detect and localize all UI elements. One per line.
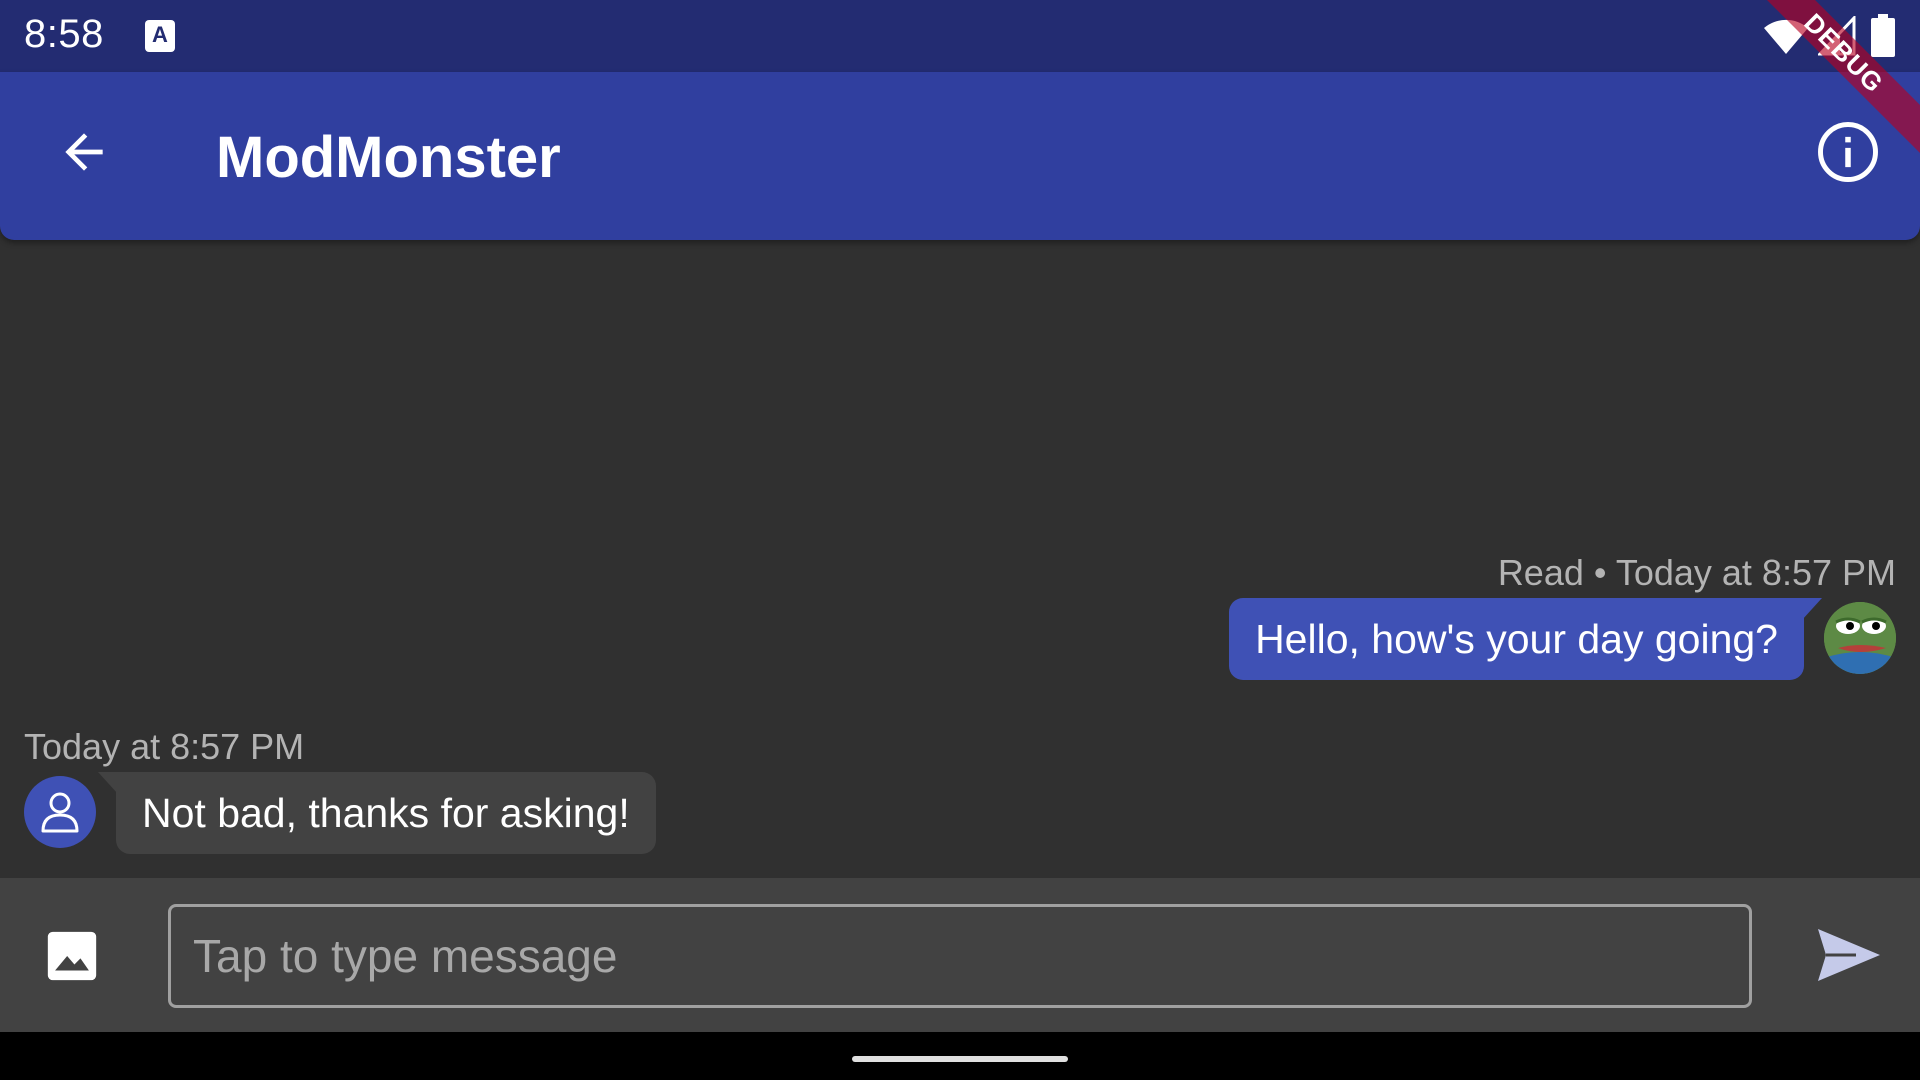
- send-button[interactable]: [1808, 914, 1890, 996]
- info-icon: [1818, 122, 1878, 182]
- arrow-back-icon: [65, 133, 103, 171]
- sent-message-bubble[interactable]: Hello, how's your day going?: [1229, 598, 1822, 680]
- page-title: ModMonster: [216, 125, 561, 190]
- sent-message-meta: Read • Today at 8:57 PM: [1497, 552, 1896, 593]
- image-icon: [47, 931, 97, 981]
- back-button[interactable]: [44, 112, 124, 192]
- received-message-bubble[interactable]: Not bad, thanks for asking!: [98, 772, 656, 854]
- message-input[interactable]: [168, 904, 1752, 1008]
- frog-avatar[interactable]: [1824, 602, 1896, 674]
- chat-screen: 8:58 A ModMonster DEBUG Read • Today at …: [0, 0, 1920, 1080]
- frog-avatar-image: [1824, 602, 1896, 674]
- status-time: 8:58: [24, 12, 104, 56]
- message-composer: [0, 878, 1920, 1032]
- status-bar: 8:58 A: [0, 0, 1920, 72]
- default-person-avatar[interactable]: [24, 776, 96, 848]
- home-gesture-handle[interactable]: [852, 1056, 1068, 1062]
- signal-icon: [1818, 16, 1856, 56]
- send-icon: [1818, 929, 1880, 981]
- person-icon: [41, 792, 79, 833]
- attach-image-button[interactable]: [36, 920, 108, 992]
- received-message-meta: Today at 8:57 PM: [24, 726, 305, 767]
- system-nav-bar: [0, 1032, 1920, 1080]
- battery-icon: [1871, 14, 1895, 57]
- wifi-icon: [1764, 19, 1808, 54]
- info-button[interactable]: [1806, 110, 1890, 194]
- app-bar: ModMonster: [0, 72, 1920, 240]
- a-accessibility-icon: A: [145, 20, 175, 52]
